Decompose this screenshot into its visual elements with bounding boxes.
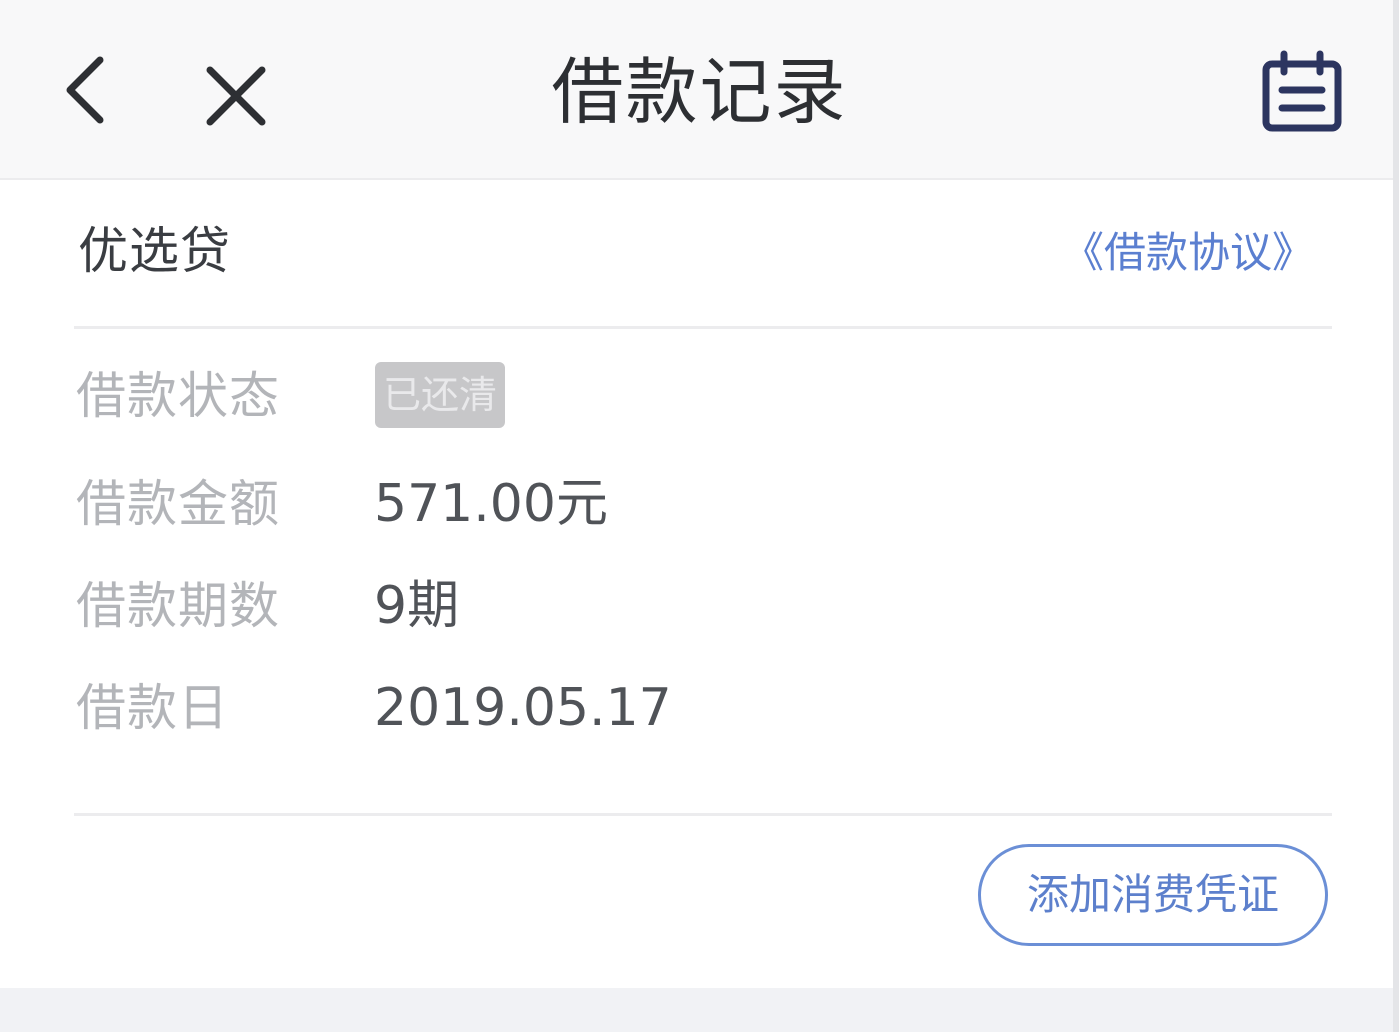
bottom-background [0,988,1399,1032]
loan-amount-row: 借款金额 571.00元 [74,464,1332,544]
loan-amount-label: 借款金额 [76,475,280,533]
loan-periods-label: 借款期数 [76,577,280,635]
loan-date-row: 借款日 2019.05.17 [74,668,1332,748]
loan-status-row: 借款状态 已还清 [74,356,1332,436]
loan-agreement-link[interactable]: 《借款协议》 [1062,220,1314,286]
loan-amount-value: 571.00元 [374,474,608,534]
calendar-icon[interactable] [1258,50,1346,134]
add-voucher-button[interactable]: 添加消费凭证 [978,844,1328,946]
loan-date-value: 2019.05.17 [374,678,672,738]
right-edge-divider [1393,0,1399,1032]
top-nav-bar: 借款记录 [0,0,1399,180]
loan-status-label: 借款状态 [76,367,280,425]
loan-periods-value: 9期 [374,576,460,636]
loan-record-page: 借款记录 优选贷 《借款协议》 借款状态 已还清 借款金额 571.00元 借款… [0,0,1399,1032]
page-title: 借款记录 [551,50,848,134]
loan-detail-list: 借款状态 已还清 借款金额 571.00元 借款期数 9期 借款日 2019.0… [74,326,1332,816]
product-name: 优选贷 [78,222,231,280]
loan-card-header: 优选贷 《借款协议》 [74,180,1332,329]
loan-periods-row: 借款期数 9期 [74,566,1332,646]
loan-date-label: 借款日 [76,679,229,737]
loan-record-card: 优选贷 《借款协议》 借款状态 已还清 借款金额 571.00元 借款期数 9期… [0,180,1399,988]
status-badge: 已还清 [375,362,506,428]
